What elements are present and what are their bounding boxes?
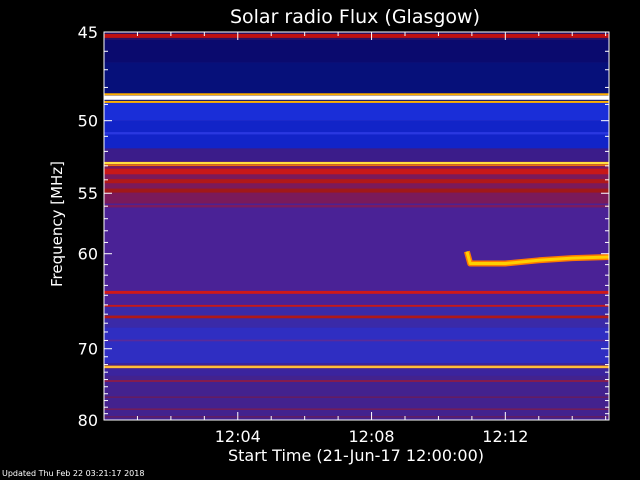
- emission-line: [104, 416, 609, 418]
- emission-line: [104, 33, 609, 38]
- y-tick-label: 55: [78, 184, 98, 203]
- emission-line: [104, 168, 609, 175]
- emission-line: [104, 396, 609, 398]
- x-tick-label: 12:12: [482, 427, 528, 446]
- frequency-band: [104, 101, 609, 121]
- emission-line: [104, 408, 609, 410]
- y-axis-label: Frequency [MHz]: [48, 161, 66, 287]
- y-tick-label: 60: [78, 245, 98, 264]
- emission-line: [104, 339, 609, 342]
- frequency-band: [104, 203, 609, 305]
- emission-line: [104, 164, 609, 166]
- plot-area: [104, 32, 610, 420]
- y-tick-label: 80: [78, 411, 98, 430]
- frequency-band: [104, 375, 609, 420]
- x-tick-label: 12:08: [348, 427, 394, 446]
- frequency-band: [104, 363, 609, 376]
- emission-line: [104, 161, 609, 165]
- x-tick-label: 12:04: [215, 427, 261, 446]
- y-tick-label: 50: [78, 112, 98, 131]
- frequency-band: [104, 39, 609, 63]
- solar-radio-spectrogram: Solar radio Flux (Glasgow) 45 50 55 60 70 80 1…: [48, 6, 610, 465]
- emission-line: [104, 95, 609, 100]
- y-tick-label: 70: [78, 340, 98, 359]
- update-timestamp: Updated Thu Feb 22 03:21:17 2018: [2, 469, 145, 478]
- frequency-band: [104, 327, 609, 364]
- emission-line: [104, 290, 609, 294]
- x-axis-label: Start Time (21-Jun-17 12:00:00): [228, 446, 484, 465]
- frequency-band: [104, 148, 609, 162]
- emission-line: [104, 132, 609, 135]
- chart-title: Solar radio Flux (Glasgow): [230, 6, 480, 28]
- emission-line: [104, 304, 609, 307]
- y-tick-label: 45: [78, 23, 98, 42]
- emission-line: [104, 179, 609, 184]
- emission-line: [104, 380, 609, 382]
- emission-line: [104, 100, 609, 103]
- emission-line: [104, 188, 609, 193]
- emission-line: [104, 366, 609, 368]
- emission-line: [104, 93, 609, 96]
- emission-line: [104, 204, 609, 208]
- frequency-band: [104, 120, 609, 149]
- emission-line: [104, 315, 609, 319]
